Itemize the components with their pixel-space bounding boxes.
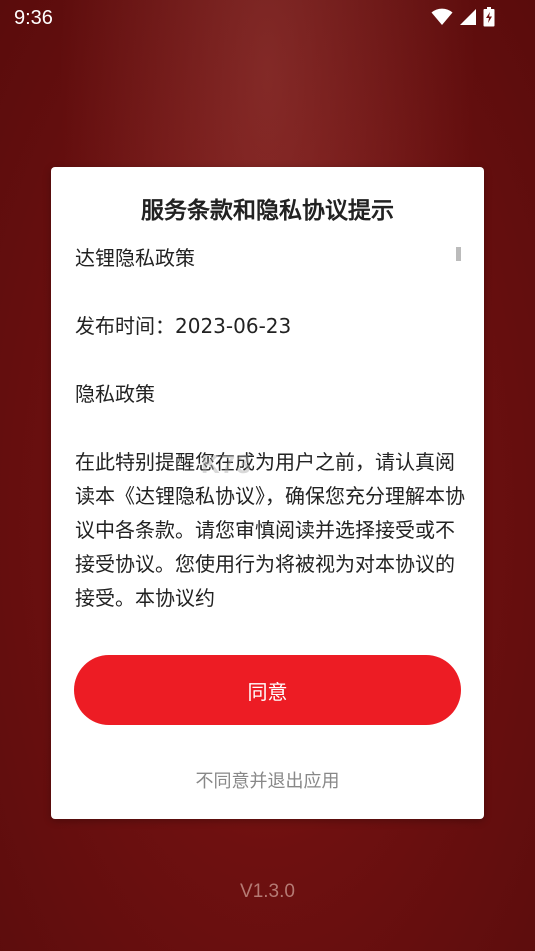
scrollbar-thumb[interactable] [456,247,461,261]
status-icons [431,7,495,31]
policy-text-scroll[interactable]: 达锂隐私政策 发布时间：2023-06-23 隐私政策 在此特别提醒您在成为用户… [75,241,465,621]
disagree-exit-link[interactable]: 不同意并退出应用 [51,767,484,793]
wifi-icon [431,8,453,30]
watermark-logo: K73 [201,449,252,479]
status-time: 9:36 [14,7,53,29]
publish-date: 发布时间：2023-06-23 [75,314,292,338]
agree-button[interactable]: 同意 [74,655,461,725]
dialog-title: 服务条款和隐私协议提示 [141,198,394,224]
app-version: V1.3.0 [240,881,295,902]
status-bar: 9:36 [0,0,535,38]
policy-paragraph: 在此特别提醒您在成为用户之前，请认真阅读本《达锂隐私协议》，确保您充分理解本协议… [75,450,465,610]
battery-charging-icon [483,7,495,31]
policy-subheading: 隐私政策 [75,382,155,406]
signal-icon [459,8,477,30]
policy-heading: 达锂隐私政策 [75,246,195,270]
privacy-dialog: 服务条款和隐私协议提示 达锂隐私政策 发布时间：2023-06-23 隐私政策 … [51,167,484,819]
